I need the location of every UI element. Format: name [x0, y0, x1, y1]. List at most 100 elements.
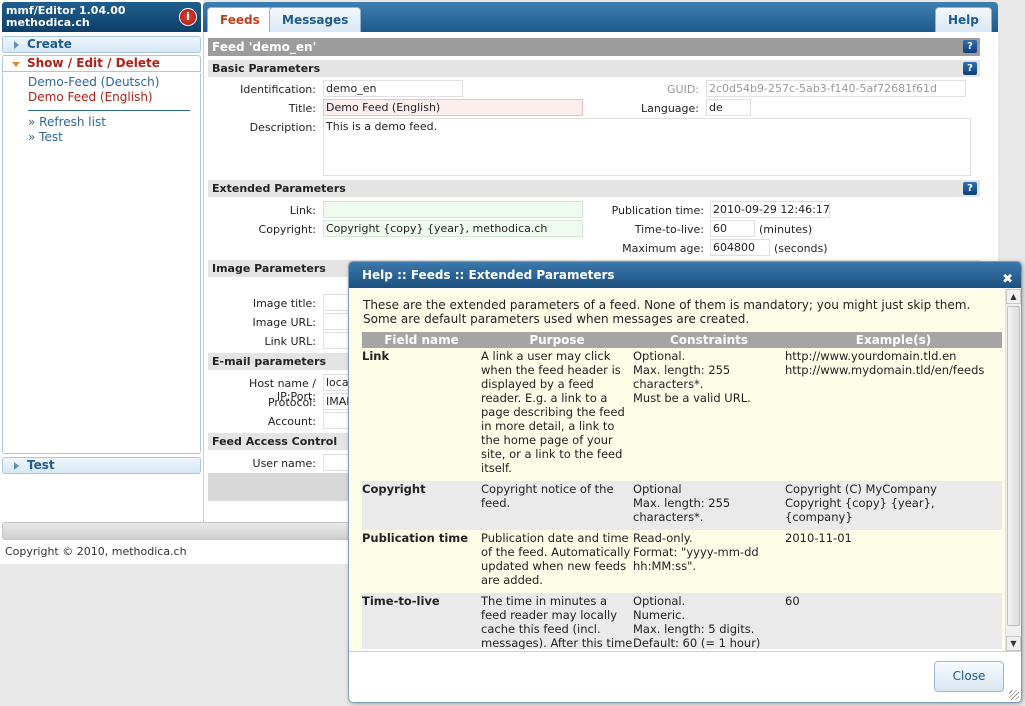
section-access-title: Feed Access Control: [212, 435, 338, 448]
dialog-title-bar[interactable]: Help :: Feeds :: Extended Parameters ✖: [349, 262, 1021, 288]
identification-field[interactable]: demo_en: [323, 80, 463, 97]
table-row: Time-to-live The time in minutes a feed r…: [362, 593, 1002, 649]
identification-label: Identification:: [240, 83, 316, 96]
column-header: Example(s): [785, 332, 1002, 348]
help-dialog: Help :: Feeds :: Extended Parameters ✖ T…: [348, 261, 1022, 703]
section-basic-title: Basic Parameters: [212, 62, 321, 75]
feed-header-title: Feed 'demo_en': [212, 40, 317, 54]
pubtime-field: 2010-09-29 12:46:17: [710, 201, 830, 218]
copyright-label: Copyright:: [258, 223, 316, 236]
scroll-thumb[interactable]: [1007, 306, 1020, 626]
help-icon[interactable]: ?: [963, 182, 977, 195]
description-label: Description:: [249, 121, 316, 134]
table-row: Publication time Publication date and tim…: [362, 530, 1002, 593]
section-extended-title: Extended Parameters: [212, 182, 346, 195]
table-row: Copyright Copyright notice of the feed. Op…: [362, 481, 1002, 530]
constraints-cell: Read-only. Format: "yyyy-mm-dd hh:MM:ss"…: [633, 530, 785, 593]
dialog-intro-line-1: These are the extended parameters of a f…: [363, 298, 971, 312]
purpose-cell: Copyright notice of the feed.: [481, 481, 633, 530]
section-extended: Extended Parameters ?: [208, 180, 980, 197]
maxage-label: Maximum age:: [622, 242, 704, 255]
account-label: Account:: [267, 415, 316, 428]
link-label: Link:: [289, 204, 316, 217]
ttl-label: Time-to-live:: [634, 223, 704, 236]
help-icon[interactable]: ?: [963, 62, 977, 75]
purpose-cell: A link a user may click when the feed he…: [481, 348, 633, 481]
left-panel: mmf/Editor 1.04.00 methodica.ch i Create…: [0, 0, 203, 560]
maxage-unit: (seconds): [774, 242, 828, 255]
tab-help[interactable]: Help: [935, 7, 992, 32]
close-button[interactable]: Close: [934, 661, 1004, 692]
constraints-cell: Optional Max. length: 255 characters*.: [633, 481, 785, 530]
language-label: Language:: [641, 102, 699, 115]
username-label: User name:: [252, 457, 316, 470]
examples-cell: http://www.yourdomain.tld.en http://www.…: [785, 348, 1002, 481]
image-title-label: Image title:: [252, 297, 316, 310]
protocol-label: Protocol:: [267, 396, 316, 409]
app-site: methodica.ch: [6, 16, 90, 29]
purpose-cell: The time in minutes a feed reader may lo…: [481, 593, 633, 649]
maxage-field[interactable]: 604800: [710, 239, 770, 256]
table-header-row: Field name Purpose Constraints Example(s…: [362, 332, 1002, 348]
accordion-show-edit-delete[interactable]: Show / Edit / Delete: [2, 55, 201, 72]
examples-cell: 2010-11-01: [785, 530, 1002, 593]
dialog-intro: These are the extended parameters of a f…: [363, 298, 970, 326]
image-url-label: Image URL:: [252, 316, 316, 329]
app-title-bar: mmf/Editor 1.04.00 methodica.ch i: [2, 2, 201, 32]
column-header: Purpose: [481, 332, 633, 348]
scroll-up-icon[interactable]: ▲: [1006, 289, 1021, 304]
resize-grip-icon[interactable]: [1009, 690, 1019, 700]
dialog-title: Help :: Feeds :: Extended Parameters: [362, 268, 615, 282]
field-name-cell: Publication time: [362, 530, 481, 593]
tab-bar: Feeds Messages Help: [203, 2, 998, 32]
dialog-body: These are the extended parameters of a f…: [350, 289, 1005, 649]
chevron-right-icon: [14, 41, 19, 49]
field-name-cell: Link: [362, 348, 481, 481]
divider: [28, 110, 190, 111]
feed-item-english[interactable]: Demo Feed (English): [28, 90, 200, 105]
constraints-cell: Optional. Max. length: 255 characters*. …: [633, 348, 785, 481]
link-url-label: Link URL:: [264, 335, 316, 348]
column-header: Field name: [362, 332, 481, 348]
dialog-intro-line-2: Some are default parameters used when me…: [363, 312, 750, 326]
guid-label: GUID:: [667, 83, 699, 96]
section-image-title: Image Parameters: [212, 262, 326, 275]
guid-field: 2c0d54b9-257c-5ab3-f140-5af72681f61d: [706, 80, 966, 97]
tab-messages[interactable]: Messages: [269, 7, 362, 32]
constraints-cell: Optional. Numeric. Max. length: 5 digits…: [633, 593, 785, 649]
examples-cell: 60: [785, 593, 1002, 649]
field-name-cell: Time-to-live: [362, 593, 481, 649]
ttl-field[interactable]: 60: [710, 220, 755, 237]
dialog-scrollbar[interactable]: ▲ ▼: [1005, 289, 1021, 651]
ttl-unit: (minutes): [759, 223, 813, 236]
title-field[interactable]: Demo Feed (English): [323, 99, 583, 116]
help-icon[interactable]: ?: [963, 40, 977, 53]
accordion-body: Demo-Feed (Deutsch) Demo Feed (English) …: [2, 73, 201, 454]
title-label: Title:: [288, 102, 316, 115]
refresh-list-link[interactable]: » Refresh list: [28, 115, 200, 130]
accordion-test-label: Test: [27, 458, 55, 472]
examples-cell: Copyright (C) MyCompany Copyright {copy}…: [785, 481, 1002, 530]
language-field[interactable]: de: [706, 99, 751, 116]
feed-item-deutsch[interactable]: Demo-Feed (Deutsch): [28, 75, 200, 90]
accordion-show-label: Show / Edit / Delete: [27, 56, 160, 70]
field-name-cell: Copyright: [362, 481, 481, 530]
chevron-right-icon: [14, 462, 19, 470]
accordion-test[interactable]: Test: [2, 457, 201, 474]
purpose-cell: Publication date and time of the feed. A…: [481, 530, 633, 593]
tab-feeds[interactable]: Feeds: [207, 7, 273, 32]
copyright-field[interactable]: Copyright {copy} {year}, methodica.ch: [323, 220, 583, 237]
test-link[interactable]: » Test: [28, 130, 200, 145]
description-textarea[interactable]: This is a demo feed.: [323, 118, 971, 176]
section-basic: Basic Parameters ?: [208, 60, 980, 77]
pubtime-label: Publication time:: [611, 204, 704, 217]
link-field[interactable]: [323, 201, 583, 218]
column-header: Constraints: [633, 332, 785, 348]
scroll-down-icon[interactable]: ▼: [1006, 636, 1021, 651]
chevron-down-icon: [12, 62, 20, 67]
accordion-create[interactable]: Create: [2, 36, 201, 53]
help-table: Field name Purpose Constraints Example(s…: [362, 332, 1002, 649]
section-email-title: E-mail parameters: [212, 355, 327, 368]
table-row: Link A link a user may click when the fee…: [362, 348, 1002, 481]
info-logo-icon[interactable]: i: [179, 8, 197, 26]
